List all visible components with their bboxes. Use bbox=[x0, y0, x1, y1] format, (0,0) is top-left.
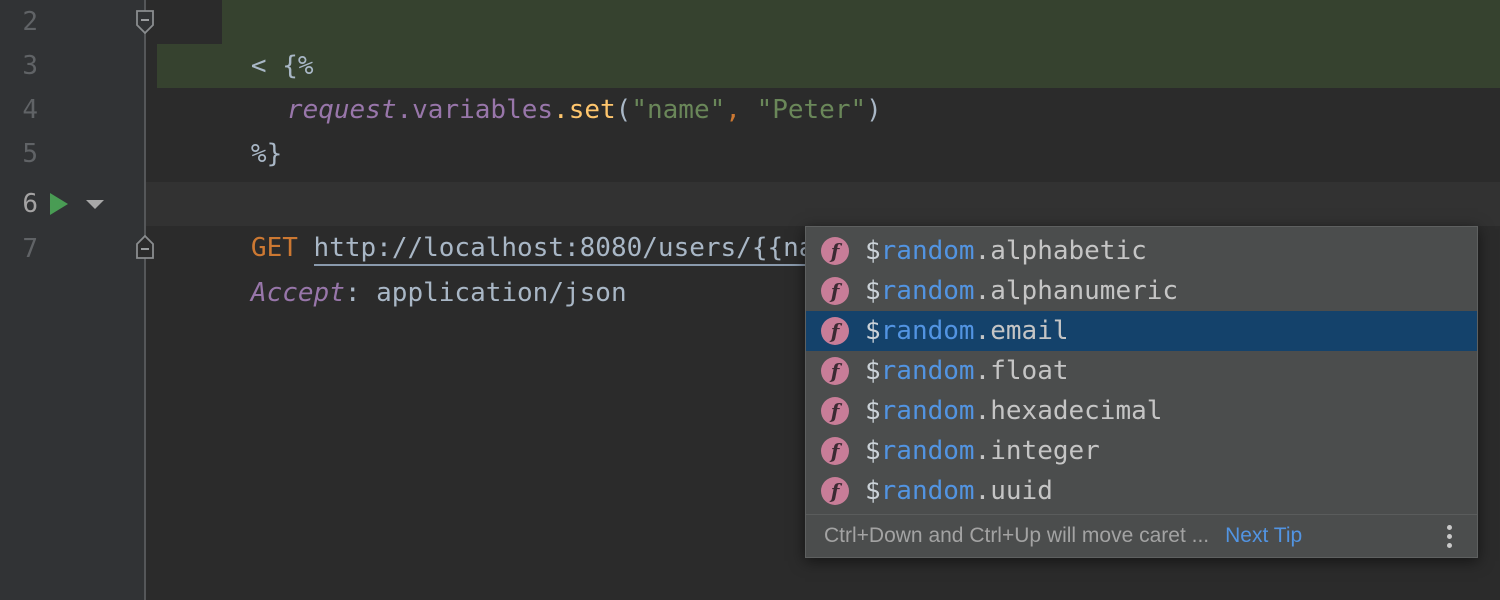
completion-suffix: .email bbox=[975, 316, 1069, 346]
tip-hint-text: Ctrl+Down and Ctrl+Up will move caret ..… bbox=[824, 524, 1209, 548]
completion-item-uuid[interactable]: f $random.uuid bbox=[806, 471, 1477, 511]
completion-dollar-symbol: $ bbox=[865, 356, 881, 386]
completion-dollar-symbol: $ bbox=[865, 436, 881, 466]
line-number-5: 5 bbox=[0, 132, 38, 176]
completion-item-float[interactable]: f $random.float bbox=[806, 351, 1477, 391]
fold-region-line bbox=[144, 0, 146, 600]
completion-matched-prefix: random bbox=[881, 276, 975, 306]
code-line-2-text: < {% bbox=[239, 51, 314, 81]
gutter-row-7: 7 bbox=[0, 227, 145, 271]
completion-suffix: .hexadecimal bbox=[975, 396, 1163, 426]
run-play-icon[interactable] bbox=[50, 193, 68, 215]
editor-gutter[interactable]: 2 3 4 5 6 7 bbox=[0, 0, 145, 600]
completion-item-text: $random.hexadecimal bbox=[865, 391, 1162, 431]
line-number-4: 4 bbox=[0, 88, 38, 132]
completion-item-alphabetic[interactable]: f $random.alphabetic bbox=[806, 231, 1477, 271]
completion-item-text: $random.alphanumeric bbox=[865, 271, 1178, 311]
completion-popup-footer: Ctrl+Down and Ctrl+Up will move caret ..… bbox=[806, 514, 1477, 557]
completion-item-list[interactable]: f $random.alphabetic f $random.alphanume… bbox=[806, 227, 1477, 514]
code-line-5[interactable] bbox=[145, 132, 1500, 176]
completion-suffix: .integer bbox=[975, 436, 1100, 466]
code-line-3[interactable]: request.variables.set("name", "Peter") bbox=[145, 44, 1500, 88]
gutter-row-5: 5 bbox=[0, 132, 145, 176]
token-open-paren: ( bbox=[616, 95, 632, 125]
gutter-row-4: 4 bbox=[0, 88, 145, 132]
code-editor[interactable]: < {% request.variables.set("name", "Pete… bbox=[0, 0, 1500, 600]
token-request-object: request bbox=[287, 95, 397, 125]
function-icon: f bbox=[821, 437, 849, 465]
completion-suffix: .alphanumeric bbox=[975, 276, 1179, 306]
function-icon: f bbox=[821, 397, 849, 425]
function-icon: f bbox=[821, 277, 849, 305]
code-line-3-content: request.variables.set("name", "Peter") bbox=[239, 95, 882, 125]
completion-suffix: .float bbox=[975, 356, 1069, 386]
code-line-2[interactable]: < {% bbox=[145, 0, 1500, 44]
token-arg-peter: "Peter" bbox=[757, 95, 867, 125]
line-number-6: 6 bbox=[0, 182, 38, 226]
code-line-6[interactable]: GET http://localhost:8080/users/{{name}}… bbox=[145, 182, 1500, 226]
completion-item-integer[interactable]: f $random.integer bbox=[806, 431, 1477, 471]
code-line-4-text: %} bbox=[239, 139, 282, 169]
token-space bbox=[741, 95, 757, 125]
completion-matched-prefix: random bbox=[881, 476, 975, 506]
completion-item-text: $random.float bbox=[865, 351, 1069, 391]
completion-matched-prefix: random bbox=[881, 396, 975, 426]
completion-matched-prefix: random bbox=[881, 316, 975, 346]
completion-item-alphanumeric[interactable]: f $random.alphanumeric bbox=[806, 271, 1477, 311]
token-close-paren: ) bbox=[866, 95, 882, 125]
token-header-colon: : bbox=[345, 278, 361, 308]
completion-matched-prefix: random bbox=[881, 436, 975, 466]
fold-region-end-icon[interactable] bbox=[134, 233, 156, 261]
completion-item-text: $random.alphabetic bbox=[865, 231, 1147, 271]
gutter-row-3: 3 bbox=[0, 44, 145, 88]
completion-suffix: .uuid bbox=[975, 476, 1053, 506]
completion-item-hexadecimal[interactable]: f $random.hexadecimal bbox=[806, 391, 1477, 431]
function-icon: f bbox=[821, 317, 849, 345]
code-line-7-content: Accept: application/json bbox=[239, 278, 627, 308]
gutter-row-6: 6 bbox=[0, 182, 145, 226]
completion-suffix: .alphabetic bbox=[975, 236, 1147, 266]
completion-matched-prefix: random bbox=[881, 236, 975, 266]
completion-matched-prefix: random bbox=[881, 356, 975, 386]
completion-dollar-symbol: $ bbox=[865, 396, 881, 426]
token-comma: , bbox=[725, 95, 741, 125]
completion-dollar-symbol: $ bbox=[865, 476, 881, 506]
line-number-7: 7 bbox=[0, 227, 38, 271]
token-variables-property: .variables bbox=[397, 95, 554, 125]
token-arg-name: "name" bbox=[631, 95, 725, 125]
token-set-method: .set bbox=[553, 95, 616, 125]
code-line-5-text bbox=[239, 183, 251, 213]
token-http-method: GET bbox=[251, 233, 298, 263]
line-number-2: 2 bbox=[0, 0, 38, 44]
completion-item-text: $random.email bbox=[865, 311, 1069, 351]
completion-item-email[interactable]: f $random.email bbox=[806, 311, 1477, 351]
code-completion-popup[interactable]: f $random.alphabetic f $random.alphanume… bbox=[805, 226, 1478, 558]
completion-dollar-symbol: $ bbox=[865, 236, 881, 266]
fold-region-start-icon[interactable] bbox=[134, 8, 156, 36]
function-icon: f bbox=[821, 477, 849, 505]
token-header-value: application/json bbox=[361, 278, 627, 308]
token-header-name: Accept bbox=[251, 278, 345, 308]
line-number-3: 3 bbox=[0, 44, 38, 88]
chevron-down-icon[interactable] bbox=[86, 200, 104, 209]
completion-item-text: $random.integer bbox=[865, 431, 1100, 471]
completion-item-text: $random.uuid bbox=[865, 471, 1053, 511]
more-options-icon[interactable] bbox=[1437, 521, 1461, 551]
gutter-row-2: 2 bbox=[0, 0, 145, 44]
next-tip-link[interactable]: Next Tip bbox=[1225, 524, 1302, 548]
function-icon: f bbox=[821, 357, 849, 385]
completion-dollar-symbol: $ bbox=[865, 316, 881, 346]
completion-dollar-symbol: $ bbox=[865, 276, 881, 306]
function-icon: f bbox=[821, 237, 849, 265]
